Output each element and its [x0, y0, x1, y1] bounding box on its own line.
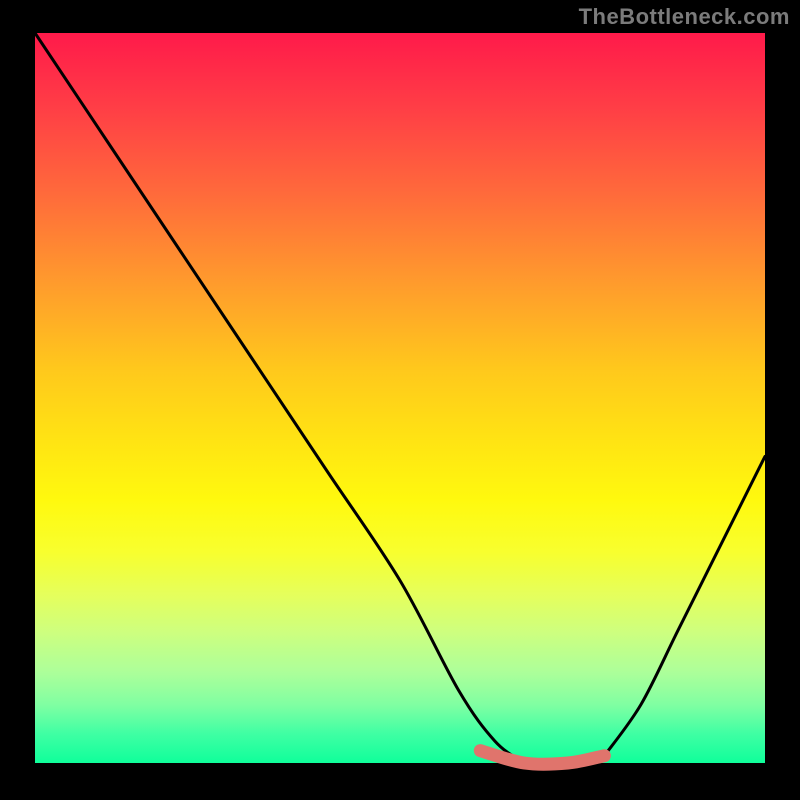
curve-layer — [35, 33, 765, 763]
plot-area — [35, 33, 765, 763]
watermark-text: TheBottleneck.com — [579, 4, 790, 30]
valley-flat-segment — [480, 751, 604, 765]
chart-frame: TheBottleneck.com — [0, 0, 800, 800]
right-curve — [604, 456, 765, 755]
left-curve — [35, 33, 524, 763]
